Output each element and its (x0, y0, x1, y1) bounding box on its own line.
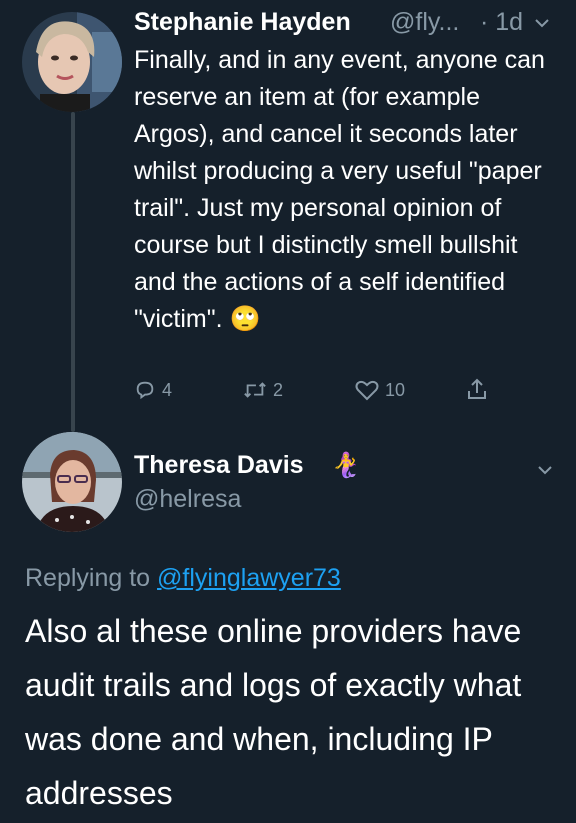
tweet-text-content: Finally, and in any event, anyone can re… (134, 46, 545, 333)
like-count: 10 (385, 379, 406, 400)
timestamp[interactable]: · 1d (480, 8, 523, 37)
retweet-icon (244, 382, 266, 398)
tweet-text: Finally, and in any event, anyone can re… (134, 42, 554, 338)
share-icon (468, 378, 486, 399)
thread-line (71, 112, 75, 432)
replying-to-link[interactable]: @flyinglawyer73 (157, 564, 341, 592)
tweet-text: Also al these online providers have audi… (25, 613, 522, 811)
eyeroll-emoji: 🙄 (229, 305, 261, 333)
like-button[interactable]: 10 (355, 379, 405, 401)
retweet-button[interactable]: 2 (243, 379, 283, 401)
author-name[interactable]: Stephanie Hayden (134, 8, 351, 37)
chevron-down-icon[interactable] (536, 461, 554, 484)
share-button[interactable] (466, 377, 494, 401)
replying-to: Replying to @flyinglawyer73 (25, 564, 341, 593)
avatar-stephanie-hayden[interactable] (22, 12, 122, 112)
reply-icon (136, 381, 154, 400)
mermaid-emoji: 🧜‍♀️ (331, 452, 361, 479)
author-handle[interactable]: @fly... (390, 8, 459, 37)
chevron-down-icon[interactable] (533, 14, 551, 37)
author-handle[interactable]: @helresa (134, 485, 241, 514)
author-name[interactable]: Theresa Davis (134, 451, 304, 480)
retweet-count: 2 (273, 379, 284, 400)
avatar-theresa-davis[interactable] (22, 432, 122, 532)
replying-to-label: Replying to (25, 564, 151, 592)
reply-count: 4 (162, 379, 173, 400)
heart-icon (355, 380, 379, 401)
reply-button[interactable]: 4 (134, 379, 172, 401)
